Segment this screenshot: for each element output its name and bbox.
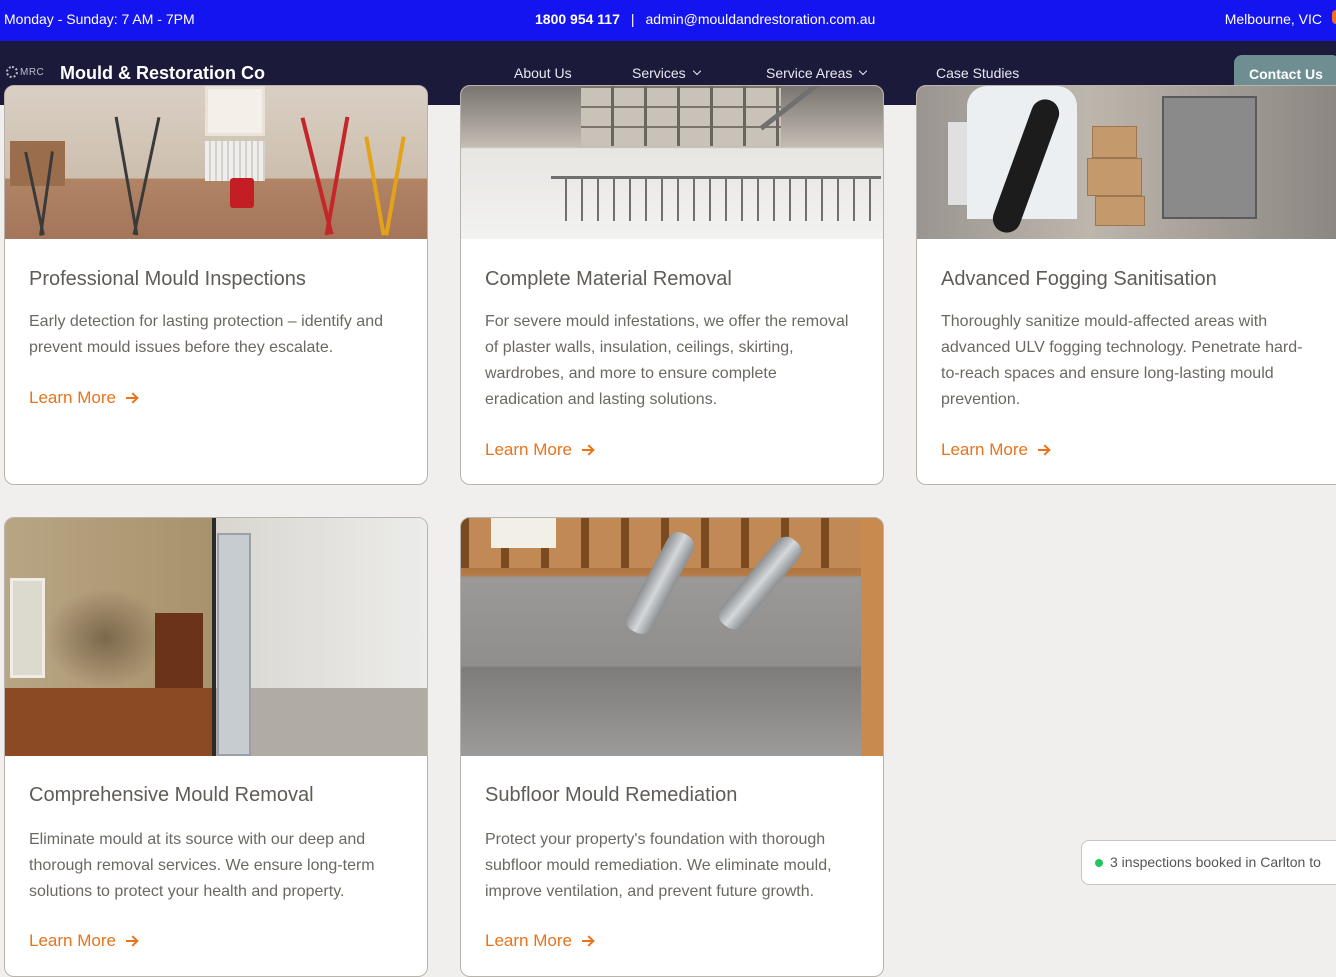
- learn-more-label: Learn More: [29, 388, 116, 407]
- booking-notification-text: 3 inspections booked in Carlton to: [1110, 854, 1321, 870]
- learn-more-link[interactable]: Learn More: [485, 931, 594, 951]
- email-link[interactable]: admin@mouldandrestoration.com.au: [646, 11, 876, 27]
- location-text: Melbourne, VIC: [1224, 11, 1322, 27]
- card-title: Comprehensive Mould Removal: [29, 784, 314, 806]
- learn-more-label: Learn More: [485, 440, 572, 459]
- arrow-right-icon: [581, 445, 594, 455]
- logo-mark: MRC: [20, 66, 45, 78]
- live-status-dot-icon: [1095, 859, 1103, 867]
- booking-notification-toast[interactable]: 3 inspections booked in Carlton to: [1081, 840, 1336, 885]
- card-title: Complete Material Removal: [485, 268, 732, 290]
- nav-services-label: Services: [632, 65, 686, 81]
- chevron-down-icon: [692, 66, 701, 76]
- nav-about-us-label: About Us: [514, 65, 572, 81]
- card-title: Subfloor Mould Remediation: [485, 784, 738, 806]
- service-card-subfloor: Subfloor Mould Remediation Protect your …: [460, 517, 884, 977]
- brand-name[interactable]: Mould & Restoration Co: [60, 63, 265, 84]
- card-description: Protect your property's foundation with …: [485, 831, 832, 900]
- nav-case-studies-label: Case Studies: [936, 65, 1020, 81]
- opening-hours: Monday - Sunday: 7 AM - 7PM: [4, 11, 195, 27]
- nav-service-areas-label: Service Areas: [766, 65, 853, 81]
- arrow-right-icon: [1037, 445, 1050, 455]
- learn-more-label: Learn More: [29, 931, 116, 950]
- subfloor-image: [461, 518, 883, 756]
- service-card-inspections: Professional Mould Inspections Early det…: [4, 85, 428, 485]
- contact-separator: |: [630, 11, 635, 27]
- service-card-material-removal: Complete Material Removal For severe mou…: [460, 85, 884, 485]
- location-pin-icon: [1332, 10, 1336, 24]
- learn-more-link[interactable]: Learn More: [941, 440, 1050, 460]
- arrow-right-icon: [581, 936, 594, 946]
- card-description: Thoroughly sanitize mould-affected areas…: [941, 313, 1303, 408]
- arrow-right-icon: [125, 393, 138, 403]
- card-title: Advanced Fogging Sanitisation: [941, 268, 1217, 290]
- nav-about-us[interactable]: About Us: [514, 65, 572, 81]
- top-info-bar: Monday - Sunday: 7 AM - 7PM 1800 954 117…: [0, 0, 1336, 41]
- nav-service-areas[interactable]: Service Areas: [766, 65, 868, 81]
- arrow-right-icon: [125, 936, 138, 946]
- material-removal-image: [461, 86, 883, 239]
- logo-ring-icon: [6, 66, 18, 78]
- card-description: Eliminate mould at its source with our d…: [29, 831, 375, 900]
- fogging-image: [917, 86, 1336, 239]
- card-title: Professional Mould Inspections: [29, 268, 306, 290]
- learn-more-link[interactable]: Learn More: [485, 440, 594, 460]
- card-description: For severe mould infestations, we offer …: [485, 313, 849, 408]
- nav-case-studies[interactable]: Case Studies: [936, 65, 1019, 81]
- learn-more-label: Learn More: [485, 931, 572, 950]
- nav-services[interactable]: Services: [632, 65, 701, 81]
- learn-more-label: Learn More: [941, 440, 1028, 459]
- phone-link[interactable]: 1800 954 117: [535, 11, 620, 27]
- before-after-image: [5, 518, 427, 756]
- learn-more-link[interactable]: Learn More: [29, 931, 138, 951]
- card-description: Early detection for lasting protection –…: [29, 313, 383, 356]
- learn-more-link[interactable]: Learn More: [29, 388, 138, 408]
- contact-info: 1800 954 117 | admin@mouldandrestoration…: [535, 11, 875, 27]
- inspection-room-image: [5, 86, 427, 239]
- chevron-down-icon: [859, 66, 868, 76]
- logo[interactable]: MRC: [6, 66, 44, 78]
- service-card-fogging: Advanced Fogging Sanitisation Thoroughly…: [916, 85, 1336, 485]
- service-card-mould-removal: Comprehensive Mould Removal Eliminate mo…: [4, 517, 428, 977]
